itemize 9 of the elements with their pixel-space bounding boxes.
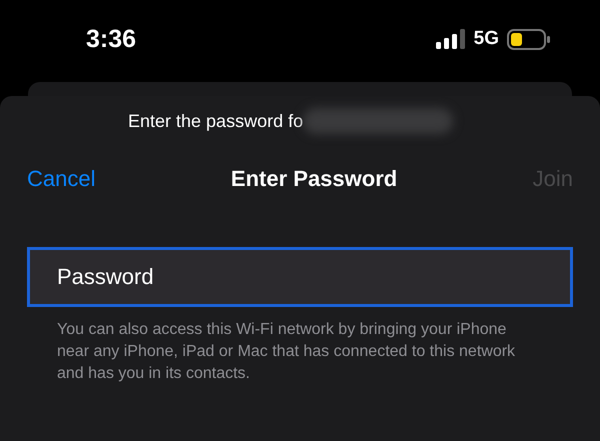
battery-icon — [507, 28, 550, 50]
hint-text: You can also access this Wi-Fi network by bringing your iPhone near any iPhone, iPad or Mac that has connected to this network and has you in its contacts. — [57, 320, 516, 384]
network-label: 5G — [474, 28, 499, 50]
cancel-button[interactable]: Cancel — [27, 166, 96, 192]
status-time: 3:36 — [86, 24, 138, 54]
sheet-title: Enter Password — [230, 166, 398, 192]
password-prompt: Enter the password fo — [128, 110, 304, 132]
password-field[interactable]: Password — [27, 247, 573, 307]
signal-icon — [436, 29, 466, 49]
